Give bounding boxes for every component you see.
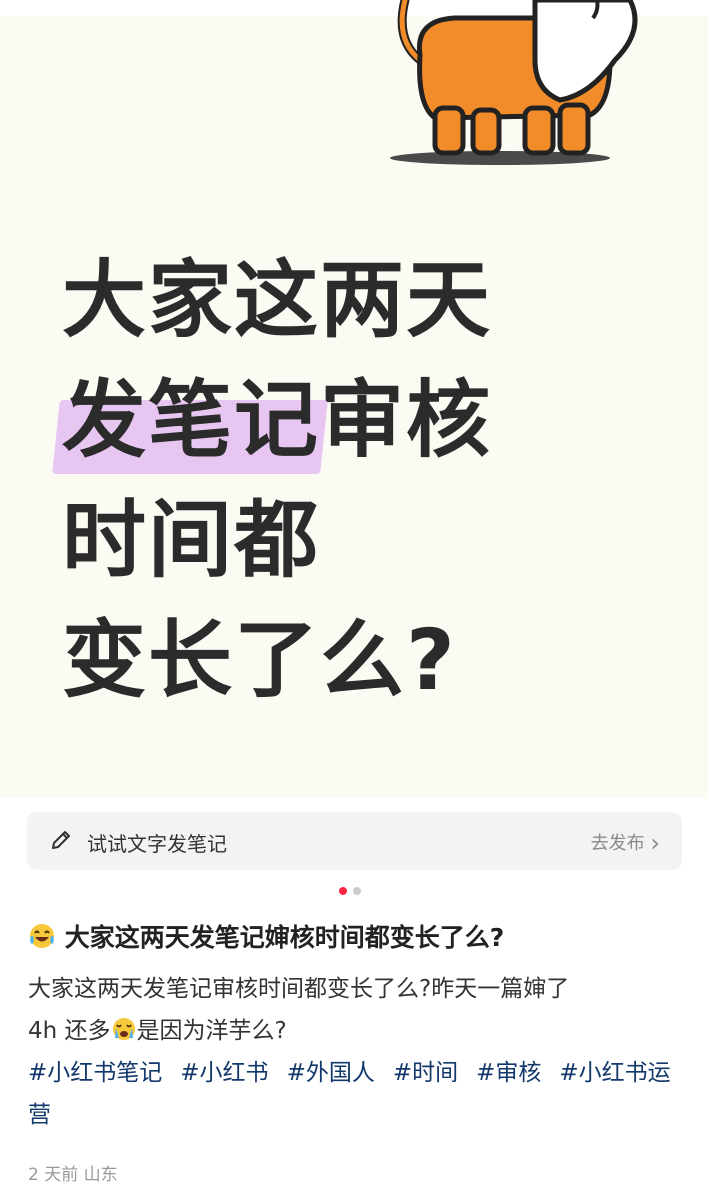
post-meta: 2 天前 山东: [28, 1165, 118, 1185]
carousel-indicator: [339, 887, 369, 895]
go-publish-button[interactable]: 去发布 ›: [591, 829, 660, 857]
hashtag-link[interactable]: #时间: [393, 1060, 458, 1086]
crying-face-emoji-icon: [112, 1018, 135, 1040]
carousel-dot-active: [339, 887, 347, 895]
headline-line-3: 时间都: [62, 491, 321, 589]
post-image[interactable]: 大家这两天 发笔记审核 时间都 变长了么?: [0, 0, 708, 798]
post-title: 大家这两天发笔记婶核时间都变长了么?: [28, 918, 688, 954]
post-body-line-1: 大家这两天发笔记审核时间都变长了么?昨天一篇婶了: [28, 976, 570, 1002]
try-text-note-bar[interactable]: 试试文字发笔记 去发布 ›: [27, 812, 682, 870]
hashtags: #小红书笔记 #小红书 #外国人 #时间 #审核 #小红书运营: [28, 1060, 671, 1128]
headline-line-2: 发笔记审核: [62, 360, 682, 480]
post-body-text-3: 是因为洋芋么?: [136, 1018, 287, 1044]
pencil-icon: [52, 831, 70, 849]
try-text-note-label: 试试文字发笔记: [87, 832, 227, 856]
post-title-text: 大家这两天发笔记婶核时间都变长了么?: [64, 923, 505, 952]
highlighted-text: 发笔记: [62, 360, 320, 480]
hashtag-link[interactable]: #审核: [476, 1060, 541, 1086]
headline-line-1: 大家这两天: [62, 251, 493, 349]
hashtag-link[interactable]: #小红书笔记: [28, 1060, 162, 1086]
laughing-tears-emoji-icon: [30, 924, 54, 948]
image-headline: 大家这两天 发笔记审核 时间都 变长了么?: [62, 240, 682, 720]
chevron-right-icon: ›: [650, 829, 660, 857]
post-body: 大家这两天发笔记审核时间都变长了么?昨天一篇婶了 4h 还多 是因为洋芋么? #…: [28, 968, 683, 1136]
headline-line-4: 变长了么?: [62, 611, 457, 709]
carousel-dot: [353, 887, 361, 895]
hashtag-link[interactable]: #外国人: [287, 1060, 375, 1086]
hashtag-link[interactable]: #小红书: [180, 1060, 268, 1086]
cartoon-cat-illustration: [390, 0, 638, 165]
post-body-text-2: 4h 还多: [28, 1018, 111, 1044]
